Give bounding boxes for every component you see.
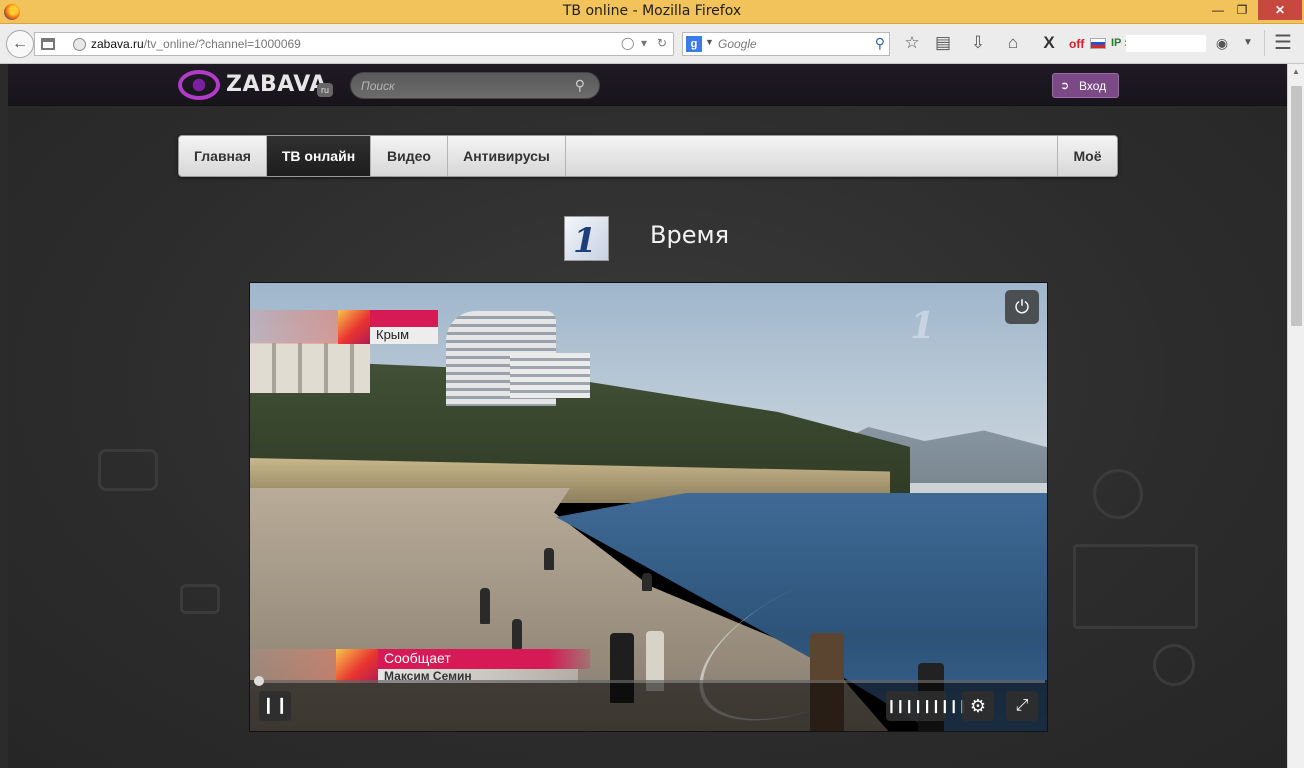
site-logo[interactable]: ZABAVA <box>226 72 327 97</box>
scrollbar-thumb[interactable] <box>1291 86 1302 326</box>
menu-item-video[interactable]: Видео <box>371 136 448 176</box>
channel-title: Время <box>650 221 730 249</box>
pause-button[interactable]: ❙❙ <box>259 691 291 721</box>
search-placeholder[interactable]: Google <box>718 37 757 51</box>
url-text[interactable]: zabava.ru/tv_online/?channel=1000069 <box>91 37 301 51</box>
pause-icon: ❙❙ <box>261 697 289 714</box>
reload-icon[interactable]: ↻ <box>657 36 667 50</box>
web-page: ZABAVA ru Поиск ⚲ ➲ Вход Главная ТВ онла… <box>8 64 1287 768</box>
reporter-caption-title: Сообщает <box>384 650 451 666</box>
magnifier-decoration-icon <box>1093 469 1143 519</box>
menu-item-antivirus[interactable]: Антивирусы <box>448 136 566 176</box>
zabava-logo-icon[interactable] <box>178 70 220 100</box>
tab-groups-icon[interactable] <box>41 38 55 50</box>
google-icon[interactable]: g <box>686 36 702 52</box>
download-icon[interactable]: ⇩ <box>967 32 989 54</box>
bookmark-star-icon[interactable]: ☆ <box>901 32 923 54</box>
address-bar[interactable]: zabava.ru/tv_online/?channel=1000069 ◯ ▾… <box>34 32 674 56</box>
maximize-button[interactable]: ❐ <box>1230 0 1254 20</box>
bookmarks-list-icon[interactable]: ▤ <box>932 32 954 54</box>
home-icon[interactable]: ⌂ <box>1002 32 1024 54</box>
page-scrollbar[interactable]: ▲ <box>1287 64 1304 768</box>
toolbar-divider <box>1264 30 1265 56</box>
menu-item-tv-online[interactable]: ТВ онлайн <box>267 136 371 176</box>
gear-icon: ⚙ <box>969 696 987 716</box>
extension-x-icon[interactable]: X <box>1038 32 1060 54</box>
search-icon[interactable]: ⚲ <box>875 35 885 52</box>
fullscreen-button[interactable]: ⤢ <box>1006 691 1038 721</box>
site-search-input[interactable]: Поиск ⚲ <box>350 72 600 99</box>
proxy-off-label[interactable]: off <box>1069 37 1084 51</box>
ip-value-field <box>1126 35 1206 52</box>
chevron-down-icon[interactable]: ▼ <box>705 37 714 47</box>
location-caption-text: Крым <box>376 327 410 342</box>
power-icon: ⏻ <box>1014 297 1030 317</box>
volume-control[interactable]: ❙❙❙❙❙❙❙❙❙ <box>886 691 968 721</box>
minimize-button[interactable]: — <box>1206 0 1230 20</box>
hamburger-menu-icon[interactable]: ☰ <box>1272 32 1294 54</box>
browser-toolbar: ← zabava.ru/tv_online/?channel=1000069 ◯… <box>0 24 1304 64</box>
login-label: Вход <box>1079 79 1107 93</box>
player-controls: ❙❙ ❙❙❙❙❙❙❙❙❙ ⚙ ⤢ <box>250 676 1047 731</box>
back-button[interactable]: ← <box>6 30 34 58</box>
channel-one-logo-icon: 1 <box>573 221 597 261</box>
video-player[interactable]: Крым Сообщает Максим Семин 1 ⏻ ❙❙ ❙❙❙❙❙❙… <box>249 282 1048 732</box>
menu-item-my[interactable]: Моё <box>1057 136 1117 176</box>
dropdown-arrow-icon[interactable]: ▾ <box>641 36 647 50</box>
chat-bubble-decoration-icon <box>98 449 158 491</box>
russia-flag-icon <box>1090 38 1106 49</box>
logo-ru-badge: ru <box>317 83 333 97</box>
power-button[interactable]: ⏻ <box>1005 290 1039 324</box>
settings-button[interactable]: ⚙ <box>962 691 994 721</box>
volume-bars-icon: ❙❙❙❙❙❙❙❙❙ <box>886 698 968 713</box>
location-caption: Крым <box>370 310 438 344</box>
fullscreen-icon: ⤢ <box>1015 697 1029 714</box>
progress-bar[interactable] <box>254 676 1045 686</box>
camera-decoration-icon <box>180 584 220 614</box>
site-identity-icon[interactable] <box>73 38 86 51</box>
site-search-placeholder[interactable]: Поиск <box>361 79 395 93</box>
login-icon: ➲ <box>1060 80 1070 92</box>
arrow-left-icon: ← <box>12 35 28 52</box>
site-header: ZABAVA ru Поиск ⚲ ➲ Вход <box>8 64 1287 106</box>
channel-watermark: 1 <box>910 305 936 347</box>
main-menu: Главная ТВ онлайн Видео Антивирусы Моё <box>178 135 1118 177</box>
channel-logo: 1 <box>564 216 609 261</box>
search-bar[interactable]: g ▼ Google ⚲ <box>682 32 890 56</box>
cart-decoration-icon <box>1073 544 1198 629</box>
menu-item-home[interactable]: Главная <box>179 136 267 176</box>
pocket-icon[interactable]: ◯ <box>621 36 634 50</box>
scroll-up-icon[interactable]: ▲ <box>1292 67 1300 76</box>
toolbar-dropdown-icon[interactable]: ▼ <box>1237 32 1259 54</box>
circle-decoration-icon <box>1153 644 1195 686</box>
reporter-caption: Сообщает Максим Семин <box>378 649 590 683</box>
close-window-button[interactable]: ✕ <box>1258 0 1302 20</box>
login-button[interactable]: ➲ Вход <box>1052 73 1119 98</box>
progress-knob[interactable] <box>254 676 264 686</box>
pocket-save-icon[interactable]: ◉ <box>1211 32 1233 54</box>
window-title: ТВ online - Mozilla Firefox <box>562 3 742 19</box>
window-titlebar: ТВ online - Mozilla Firefox — ❐ ✕ <box>0 0 1304 24</box>
search-icon[interactable]: ⚲ <box>575 77 585 94</box>
